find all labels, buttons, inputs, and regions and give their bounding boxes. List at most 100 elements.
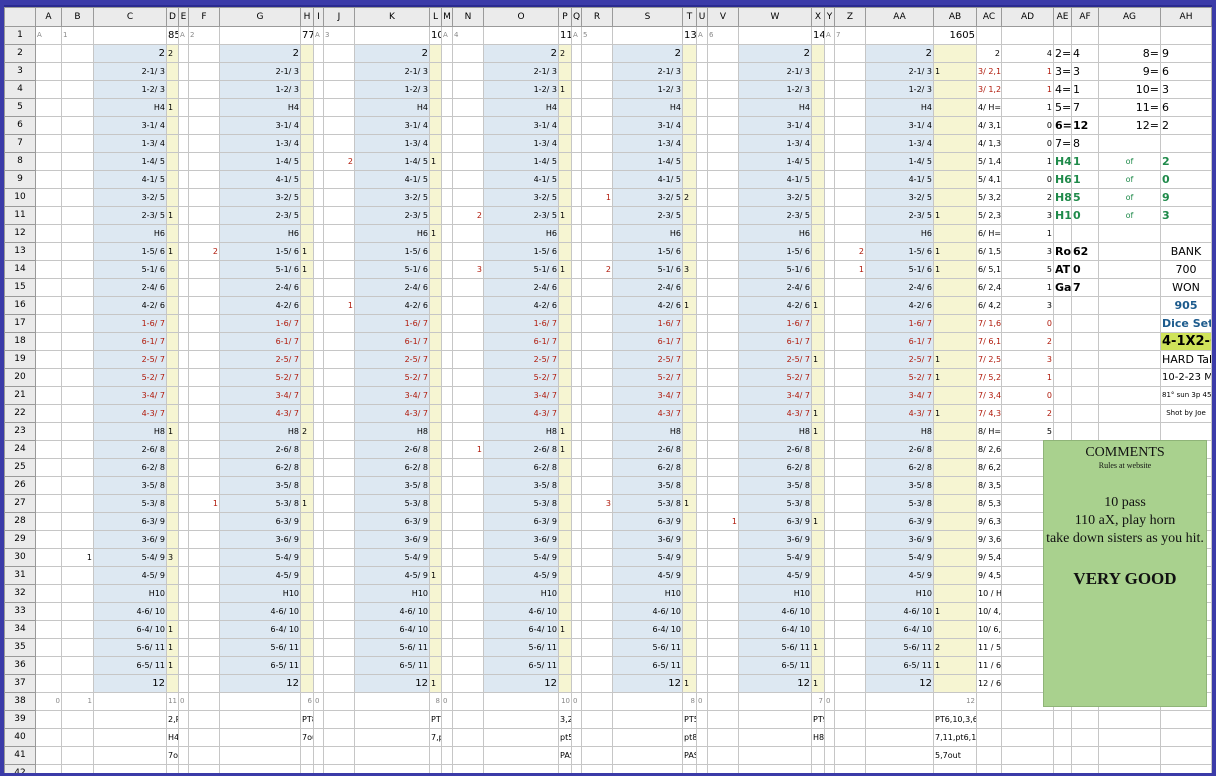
cell[interactable]: [441, 314, 453, 333]
cell[interactable]: 2: [581, 260, 613, 279]
cell[interactable]: [188, 152, 220, 171]
cell[interactable]: 1-2/ 3: [612, 80, 683, 99]
cell[interactable]: of: [1098, 170, 1161, 189]
cell[interactable]: [166, 512, 179, 531]
cell[interactable]: [300, 404, 314, 423]
cell[interactable]: 2: [166, 44, 179, 63]
cell[interactable]: 3-2/ 5: [354, 188, 430, 207]
cell[interactable]: [35, 746, 62, 765]
cell[interactable]: [682, 116, 697, 135]
cell[interactable]: [1160, 728, 1212, 747]
cell[interactable]: [682, 440, 697, 459]
cell[interactable]: 3-1/ 4: [865, 116, 934, 135]
cell[interactable]: H4=: [1053, 152, 1072, 171]
cell[interactable]: [166, 368, 179, 387]
cell[interactable]: [178, 116, 189, 135]
cell[interactable]: [682, 314, 697, 333]
cell[interactable]: [1071, 332, 1099, 351]
cell[interactable]: [581, 566, 613, 585]
cell[interactable]: [188, 350, 220, 369]
cell[interactable]: [178, 422, 189, 441]
cell[interactable]: 0: [178, 692, 189, 711]
cell[interactable]: [429, 242, 442, 261]
cell[interactable]: [313, 44, 324, 63]
cell[interactable]: [219, 728, 301, 747]
cell[interactable]: [452, 620, 484, 639]
cell[interactable]: [300, 530, 314, 549]
cell[interactable]: [811, 476, 825, 495]
cell[interactable]: H10: [483, 584, 559, 603]
cell[interactable]: [612, 26, 683, 45]
cell[interactable]: [558, 152, 572, 171]
cell[interactable]: PT6,10,3,6,7,: [933, 710, 977, 729]
row-header[interactable]: 41: [4, 746, 36, 765]
cell[interactable]: [696, 422, 708, 441]
cell[interactable]: 9: [1160, 188, 1212, 207]
cell[interactable]: 0: [1001, 116, 1054, 135]
cell[interactable]: 1-6/ 7: [219, 314, 301, 333]
cell[interactable]: 8/ 6,2=: [976, 458, 1002, 477]
cell[interactable]: [300, 314, 314, 333]
cell[interactable]: [166, 332, 179, 351]
row-header[interactable]: 31: [4, 566, 36, 585]
cell[interactable]: 7=: [1053, 134, 1072, 153]
cell[interactable]: [571, 80, 582, 99]
cell[interactable]: H8: [219, 422, 301, 441]
cell[interactable]: [612, 710, 683, 729]
cell[interactable]: [441, 332, 453, 351]
cell[interactable]: 1-4/ 5: [354, 152, 430, 171]
cell[interactable]: A: [571, 26, 582, 45]
cell[interactable]: [933, 458, 977, 477]
row-header[interactable]: 11: [4, 206, 36, 225]
column-header[interactable]: D: [166, 7, 179, 27]
cell[interactable]: [313, 440, 324, 459]
cell[interactable]: [1098, 728, 1161, 747]
row-header[interactable]: 8: [4, 152, 36, 171]
cell[interactable]: 6/ 4,2=: [976, 296, 1002, 315]
cell[interactable]: [571, 224, 582, 243]
cell[interactable]: H4: [483, 98, 559, 117]
cell[interactable]: [300, 746, 314, 765]
cell[interactable]: 2: [1001, 188, 1054, 207]
cell[interactable]: [824, 530, 835, 549]
cell[interactable]: 5-2/ 7: [354, 368, 430, 387]
column-header[interactable]: I: [313, 7, 324, 27]
cell[interactable]: [1053, 350, 1072, 369]
cell[interactable]: [696, 638, 708, 657]
cell[interactable]: [313, 206, 324, 225]
cell[interactable]: [61, 206, 94, 225]
cell[interactable]: [429, 422, 442, 441]
cell[interactable]: [35, 494, 62, 513]
cell[interactable]: 8=: [1098, 44, 1161, 63]
cell[interactable]: [682, 278, 697, 297]
cell[interactable]: [429, 314, 442, 333]
cell[interactable]: [834, 494, 866, 513]
cell[interactable]: [483, 746, 559, 765]
row-header[interactable]: 12: [4, 224, 36, 243]
cell[interactable]: [323, 80, 355, 99]
cell[interactable]: [441, 728, 453, 747]
cell[interactable]: [824, 62, 835, 81]
cell[interactable]: [1098, 710, 1161, 729]
cell[interactable]: [300, 332, 314, 351]
cell[interactable]: 6-5/ 11: [483, 656, 559, 675]
cell[interactable]: 3-5/ 8: [354, 476, 430, 495]
cell[interactable]: H6: [738, 224, 812, 243]
cell[interactable]: [219, 746, 301, 765]
cell[interactable]: 5-4/ 9: [738, 548, 812, 567]
cell[interactable]: [35, 188, 62, 207]
cell[interactable]: 1: [300, 242, 314, 261]
cell[interactable]: 3-4/ 7: [865, 386, 934, 405]
cell[interactable]: [1053, 386, 1072, 405]
cell[interactable]: [93, 746, 167, 765]
cell[interactable]: 6=: [1053, 116, 1072, 135]
cell[interactable]: 7: [834, 26, 866, 45]
cell[interactable]: 5-3/ 8: [219, 494, 301, 513]
column-header[interactable]: H: [300, 7, 314, 27]
cell[interactable]: [1053, 296, 1072, 315]
cell[interactable]: [558, 764, 572, 773]
cell[interactable]: 3-6/ 9: [612, 530, 683, 549]
cell[interactable]: [323, 278, 355, 297]
cell[interactable]: [824, 188, 835, 207]
cell[interactable]: 3: [1001, 206, 1054, 225]
